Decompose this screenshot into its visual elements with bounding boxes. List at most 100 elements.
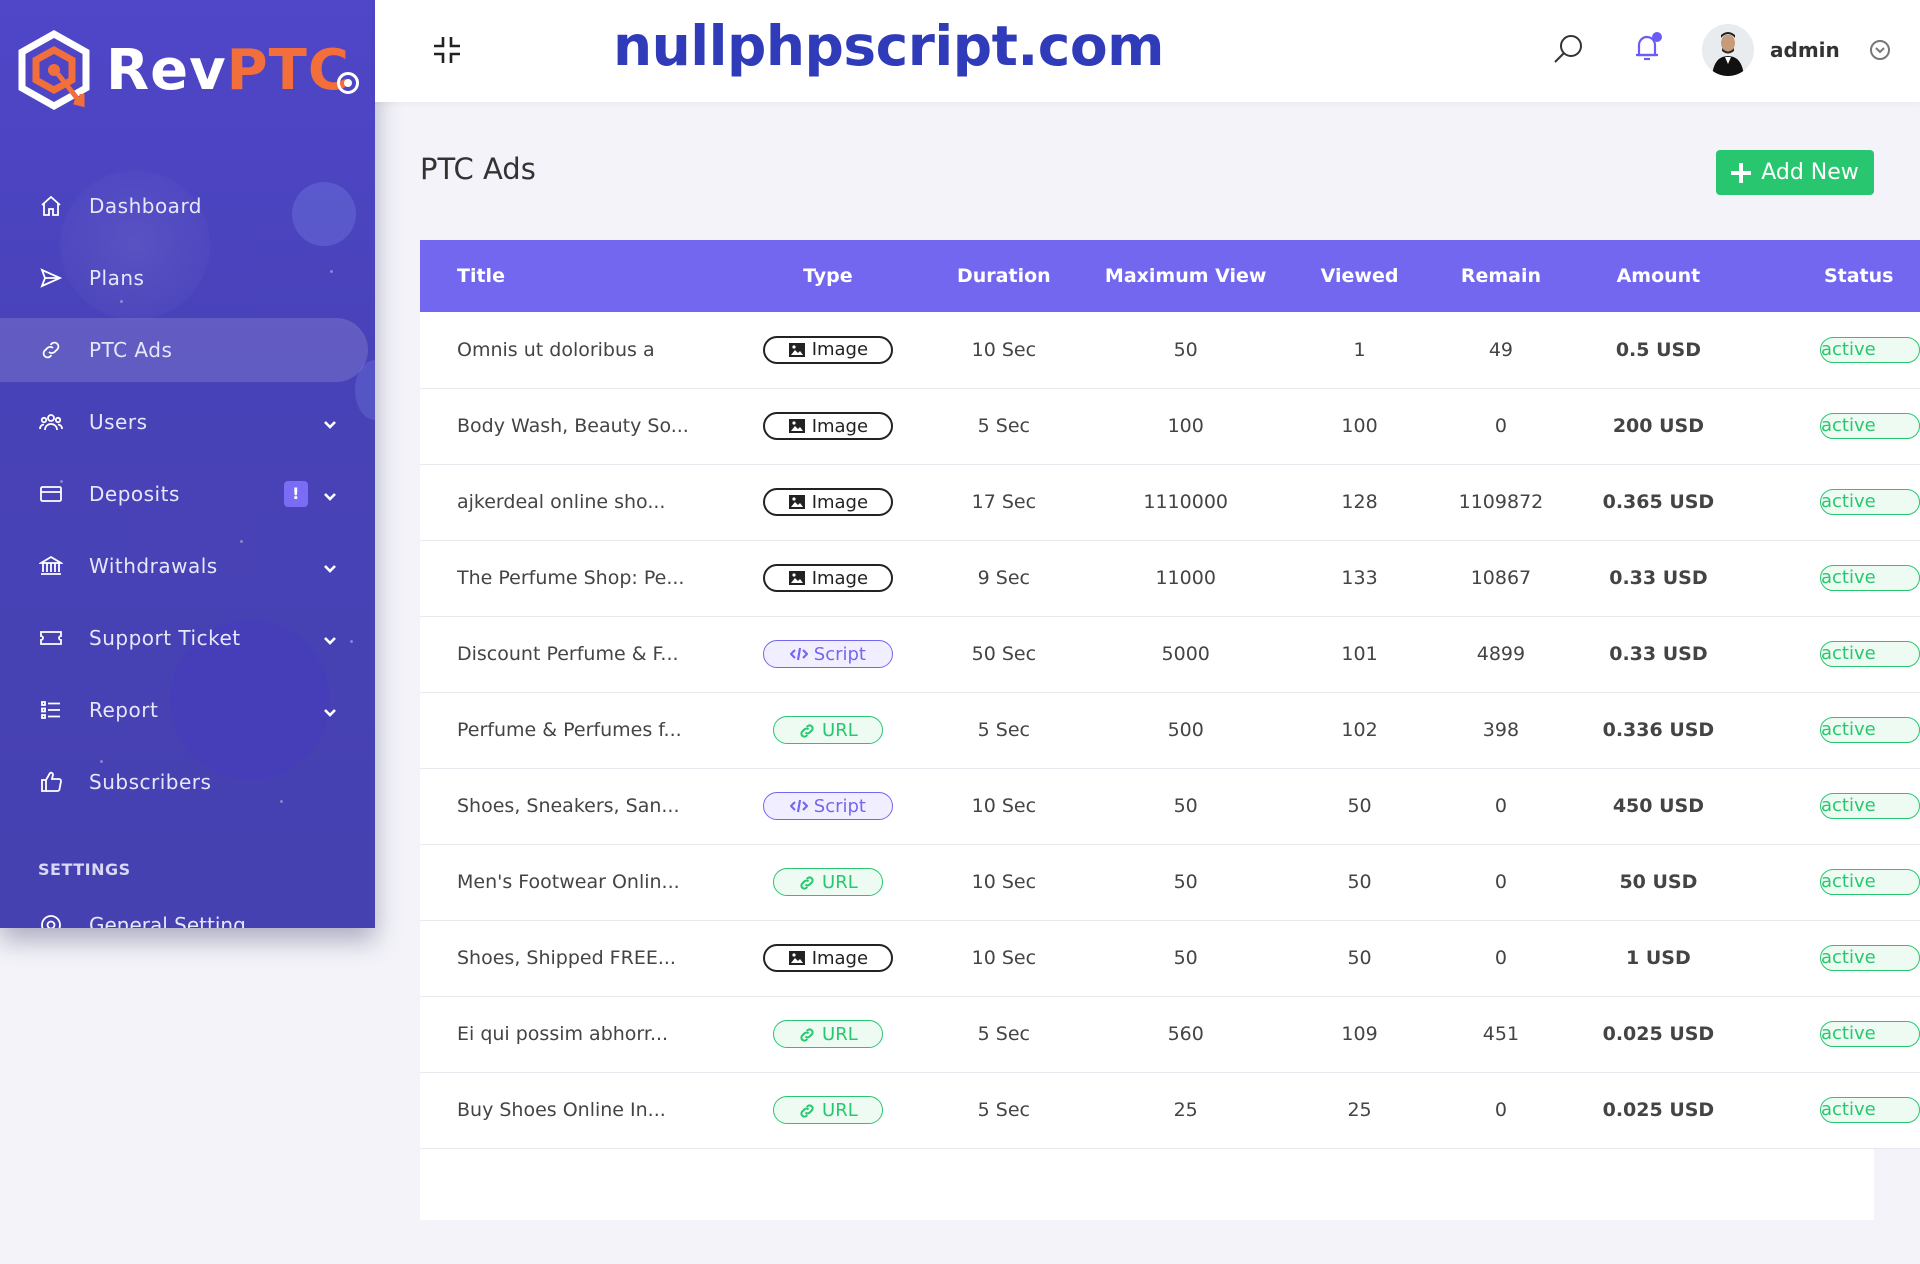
settings-heading: SETTINGS [38, 860, 131, 879]
ad-title: The Perfume Shop: Pe... [457, 567, 685, 589]
ad-remain: 398 [1482, 719, 1520, 741]
collapse-icon[interactable] [431, 34, 463, 66]
ad-amount: 0.33 USD [1609, 643, 1708, 665]
ad-duration: 5 Sec [977, 1023, 1030, 1045]
table-row[interactable]: Body Wash, Beauty So... Image 5 Sec 100 100 0… [420, 388, 1920, 464]
ad-remain: 0 [1494, 1099, 1507, 1121]
chevron-down-icon [322, 630, 338, 646]
type-label: URL [822, 719, 858, 741]
search-icon[interactable] [1552, 32, 1586, 66]
link-icon [800, 1028, 814, 1042]
ad-type-cell: Image [749, 540, 906, 616]
ad-title: Shoes, Shipped FREE... [457, 947, 676, 969]
code-icon [789, 799, 808, 813]
sidebar-item-users[interactable]: Users [0, 386, 375, 458]
link-icon [38, 337, 64, 363]
table-row[interactable]: Perfume & Perfumes f... URL 5 Sec 500 102 398… [420, 692, 1920, 768]
ad-viewed: 25 [1347, 1099, 1372, 1121]
ad-amount: 200 USD [1612, 415, 1704, 437]
sidebar-item-withdrawals[interactable]: Withdrawals [0, 530, 375, 602]
column-header-maximum-view: Maximum View [1104, 265, 1267, 287]
column-header-amount: Amount [1616, 265, 1701, 287]
ad-title: Discount Perfume & F... [457, 643, 679, 665]
code-icon [789, 647, 808, 661]
ad-duration: 10 Sec [971, 795, 1037, 817]
ad-status-cell: active [1764, 1072, 1920, 1148]
ad-maximum-view: 5000 [1161, 643, 1210, 665]
ad-amount: 0.33 USD [1609, 567, 1708, 589]
ad-status-cell: active [1764, 996, 1920, 1072]
ad-title: Shoes, Sneakers, San... [457, 795, 680, 817]
sidebar-item-subscribers[interactable]: Subscribers [0, 746, 375, 818]
add-new-button[interactable]: Add New [1716, 150, 1874, 195]
thumbs-up-icon [38, 769, 64, 795]
page-title: PTC Ads [420, 152, 536, 186]
ad-viewed: 102 [1341, 719, 1378, 741]
send-icon [38, 265, 64, 291]
ad-duration: 5 Sec [977, 719, 1030, 741]
sidebar-item-support-ticket[interactable]: Support Ticket [0, 602, 375, 674]
chevron-down-icon [322, 414, 338, 430]
ad-type-cell: Image [749, 388, 906, 464]
sidebar-item-report[interactable]: Report [0, 674, 375, 746]
chevron-down-icon[interactable] [1870, 40, 1890, 60]
type-label: Image [811, 947, 869, 969]
sidebar-toggle-icon[interactable] [337, 72, 359, 94]
table-row[interactable]: Shoes, Sneakers, San... Script 10 Sec 50 50 0… [420, 768, 1920, 844]
plus-icon [1731, 162, 1752, 183]
bank-icon [38, 553, 64, 579]
table-row[interactable]: Buy Shoes Online In... URL 5 Sec 25 25 0 0.025… [420, 1072, 1920, 1148]
users-icon [38, 409, 64, 435]
brand[interactable]: RevPTC [14, 28, 350, 114]
type-label: URL [822, 1023, 858, 1045]
image-icon [788, 342, 805, 357]
status-badge: active [1819, 1097, 1920, 1123]
sidebar-item-general-setting[interactable]: General Setting [38, 908, 246, 928]
status-badge: active [1819, 413, 1920, 439]
table-row[interactable]: Ei qui possim abhorr... URL 5 Sec 560 109 451… [420, 996, 1920, 1072]
type-badge: Script [762, 640, 893, 668]
ad-status-cell: active [1764, 692, 1920, 768]
table-row[interactable]: Shoes, Shipped FREE... Image 10 Sec 50 50 0 1 … [420, 920, 1920, 996]
table-header-row: Title Type Duration Maximum View Viewed … [420, 240, 1920, 312]
brand-name-part1: Rev [106, 38, 227, 103]
ad-remain: 0 [1494, 415, 1507, 437]
table-row[interactable]: Discount Perfume & F... Script 50 Sec 5000 1… [420, 616, 1920, 692]
sidebar-item-dashboard[interactable]: Dashboard [0, 170, 375, 242]
chevron-down-icon [322, 486, 338, 502]
type-label: Script [813, 643, 866, 665]
type-label: URL [822, 1099, 858, 1121]
ad-maximum-view: 50 [1173, 795, 1198, 817]
table-row[interactable]: ajkerdeal online sho... Image 17 Sec 111000… [420, 464, 1920, 540]
ad-amount: 0.025 USD [1602, 1099, 1715, 1121]
sidebar-item-ptc-ads[interactable]: PTC Ads [0, 318, 368, 382]
table-row[interactable]: Men's Footwear Onlin... URL 10 Sec 50 50 0 50 … [420, 844, 1920, 920]
user-name[interactable]: admin [1770, 38, 1840, 62]
sidebar-item-label: General Setting [89, 913, 246, 928]
ad-title: Omnis ut doloribus a [457, 338, 655, 361]
ad-viewed: 100 [1341, 415, 1378, 437]
sidebar-item-deposits[interactable]: Deposits ! [0, 458, 375, 530]
ad-amount: 0.5 USD [1615, 338, 1701, 361]
sidebar: RevPTC Dashboard Plans PTC Ads Users Dep… [0, 0, 375, 928]
avatar[interactable] [1702, 24, 1754, 76]
ad-status-cell: active [1764, 616, 1920, 692]
status-badge: active [1819, 793, 1920, 819]
type-badge: URL [772, 868, 883, 896]
ad-amount: 0.365 USD [1602, 491, 1715, 513]
sidebar-item-label: Plans [89, 266, 145, 290]
brand-logo-icon [18, 29, 90, 111]
ad-duration: 5 Sec [977, 1099, 1030, 1121]
status-badge: active [1819, 717, 1920, 743]
bell-icon[interactable] [1630, 30, 1664, 64]
table-row[interactable]: The Perfume Shop: Pe... Image 9 Sec 11000 13… [420, 540, 1920, 616]
ad-viewed: 50 [1347, 947, 1372, 969]
table-row[interactable]: Omnis ut doloribus a Image 10 Sec 50 1 49 0.5 … [420, 312, 1920, 388]
sidebar-item-plans[interactable]: Plans [0, 242, 375, 314]
ad-remain: 0 [1494, 947, 1507, 969]
ad-duration: 10 Sec [971, 947, 1037, 969]
ad-amount: 0.336 USD [1602, 719, 1715, 741]
ad-status-cell: active [1764, 464, 1920, 540]
ad-status-cell: active [1764, 312, 1920, 388]
ad-maximum-view: 25 [1173, 1099, 1198, 1121]
